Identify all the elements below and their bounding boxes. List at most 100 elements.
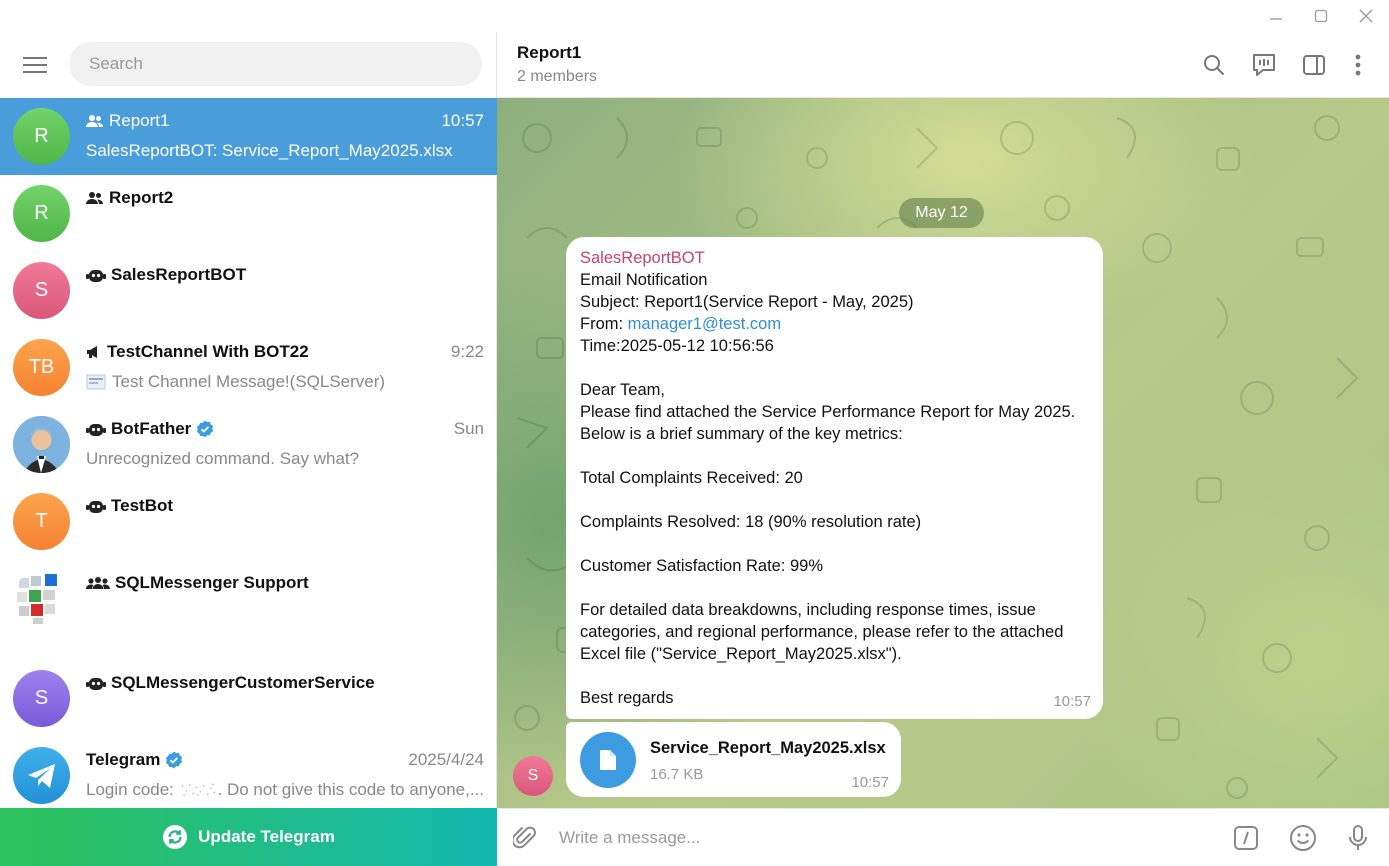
- voice-message-button[interactable]: [1342, 822, 1374, 854]
- emoji-icon: [1290, 825, 1316, 851]
- avatar-letter: T: [35, 510, 48, 532]
- microphone-icon: [1349, 825, 1367, 850]
- file-message-bubble[interactable]: Service_Report_May2025.xlsx 16.7 KB 10:5…: [566, 722, 901, 797]
- attach-button[interactable]: [509, 822, 541, 854]
- chat-item-sqlmessenger-customer-service[interactable]: S SQLMessengerCustomerService: [0, 660, 497, 737]
- bot-icon: [86, 678, 106, 690]
- botfather-avatar-image: [13, 416, 70, 473]
- search-icon: [1204, 55, 1225, 76]
- chat-preview-text: . Do not give this code to anyone,...: [217, 780, 485, 799]
- chat-name: TestBot: [86, 496, 173, 516]
- message-line: Customer Satisfaction Rate: 99%: [580, 557, 824, 575]
- chat-name-text: SalesReportBOT: [111, 265, 247, 284]
- chat-name-text: SQLMessenger Support: [115, 573, 309, 592]
- message-line: Email Notification: [580, 271, 708, 289]
- megaphone-icon: [87, 346, 97, 358]
- chat-name-text: Report2: [109, 188, 174, 207]
- supergroup-icon: [86, 577, 110, 589]
- email-link[interactable]: manager1@test.com: [628, 315, 781, 333]
- sidebar-toggle-button[interactable]: [1298, 49, 1330, 81]
- chat-name: SQLMessengerCustomerService: [86, 673, 375, 693]
- update-telegram-button[interactable]: Update Telegram: [0, 808, 497, 866]
- search-button[interactable]: [1198, 49, 1230, 81]
- sidebar-icon: [1303, 55, 1325, 75]
- maximize-button[interactable]: [1298, 0, 1344, 32]
- minimize-button[interactable]: [1253, 0, 1299, 32]
- chat-title[interactable]: Report1: [517, 43, 581, 63]
- message-line: Subject: Report1(Service Report - May, 2…: [580, 293, 914, 311]
- commands-button[interactable]: [1230, 822, 1262, 854]
- message-line: Please find attached the Service Perform…: [580, 403, 1076, 421]
- message-bubble[interactable]: SalesReportBOT Email Notification Subjec…: [566, 237, 1103, 719]
- file-download-button[interactable]: [580, 732, 636, 788]
- chat-name: BotFather: [86, 419, 214, 439]
- more-vertical-icon: [1355, 54, 1361, 76]
- chat-list-panel: R Report1 10:57 SalesReportBOT: Service_…: [0, 32, 497, 866]
- message-line: Dear Team,: [580, 381, 665, 399]
- chat-header: Report1 2 members: [497, 32, 1389, 98]
- bot-icon: [86, 424, 106, 436]
- chat-preview-prefix: Login code:: [86, 780, 174, 799]
- sender-avatar[interactable]: S: [513, 756, 553, 796]
- message-line: [580, 665, 1089, 687]
- more-options-button[interactable]: [1342, 49, 1374, 81]
- chat-item-botfather[interactable]: BotFather Sun Unrecognized command. Say …: [0, 406, 497, 483]
- topics-button[interactable]: [1248, 49, 1280, 81]
- chat-name: Report2: [86, 188, 173, 208]
- message-line: [580, 577, 1089, 599]
- file-size: 16.7 KB: [650, 766, 704, 783]
- chat-name-text: Report1: [109, 111, 170, 130]
- message-line: For detailed data breakdowns, including …: [580, 601, 1036, 619]
- message-time: 10:57: [1053, 693, 1091, 710]
- message-line: Complaints Resolved: 18 (90% resolution …: [580, 513, 922, 531]
- chat-name: Telegram: [86, 750, 183, 770]
- member-count: 2 members: [517, 68, 598, 85]
- file-time: 10:57: [851, 774, 889, 791]
- chat-name-text: BotFather: [111, 419, 192, 438]
- chat-time: 10:57: [441, 111, 484, 130]
- message-composer: [497, 808, 1389, 866]
- avatar: S: [13, 670, 70, 727]
- chat-item-testchannel[interactable]: TB TestChannel With BOT22 9:22 Test Chan…: [0, 329, 497, 406]
- menu-button[interactable]: [14, 47, 56, 83]
- emoji-button[interactable]: [1287, 822, 1319, 854]
- message-line: categories, and regional performance, pl…: [580, 623, 1064, 641]
- close-button[interactable]: [1343, 0, 1389, 32]
- title-bar: [0, 0, 1389, 32]
- avatar-letter: R: [34, 125, 49, 147]
- chat-item-testbot[interactable]: T TestBot: [0, 483, 497, 560]
- image-thumbnail-icon: [86, 374, 106, 390]
- chat-preview-text: SalesReportBOT: Service_Report_May2025.x…: [86, 141, 453, 160]
- chat-item-report2[interactable]: R Report2: [0, 175, 497, 252]
- hamburger-icon: [23, 57, 47, 73]
- chat-preview: Unrecognized command. Say what?: [86, 449, 484, 469]
- chat-item-salesreportbot[interactable]: S SalesReportBOT: [0, 252, 497, 329]
- message-line-from: From: manager1@test.com: [580, 313, 1089, 335]
- document-icon: [600, 750, 616, 770]
- conversation-panel: Report1 2 members May 12 SalesReportBOT …: [497, 32, 1389, 866]
- verified-icon: [197, 420, 214, 438]
- search-input[interactable]: [69, 42, 482, 86]
- message-line: [580, 489, 1089, 511]
- chat-preview: Login code: . Do not give this code to a…: [86, 780, 484, 800]
- message-line: Below is a brief summary of the key metr…: [580, 425, 903, 443]
- chat-list: R Report1 10:57 SalesReportBOT: Service_…: [0, 98, 497, 814]
- chat-time: 9:22: [450, 342, 484, 361]
- update-label: Update Telegram: [198, 827, 335, 846]
- chat-item-sqlmessenger-support[interactable]: SQLMessenger Support: [0, 560, 497, 660]
- avatar: T: [13, 493, 70, 550]
- slash-commands-icon: [1234, 826, 1258, 850]
- avatar: TB: [13, 339, 70, 396]
- chat-item-telegram[interactable]: Telegram 2025/4/24 Login code: . Do not …: [0, 737, 497, 814]
- chat-item-report1[interactable]: R Report1 10:57 SalesReportBOT: Service_…: [0, 98, 497, 175]
- maximize-icon: [1314, 9, 1328, 23]
- message-line: Time:2025-05-12 10:56:56: [580, 337, 774, 355]
- chat-time: 2025/4/24: [408, 750, 484, 769]
- paperclip-icon: [513, 826, 536, 849]
- message-input[interactable]: [547, 819, 1207, 857]
- avatar-letter: R: [34, 202, 49, 224]
- message-line: Best regards: [580, 689, 674, 707]
- chat-time: Sun: [453, 419, 484, 438]
- avatar: [13, 416, 70, 473]
- message-sender[interactable]: SalesReportBOT: [580, 247, 1089, 269]
